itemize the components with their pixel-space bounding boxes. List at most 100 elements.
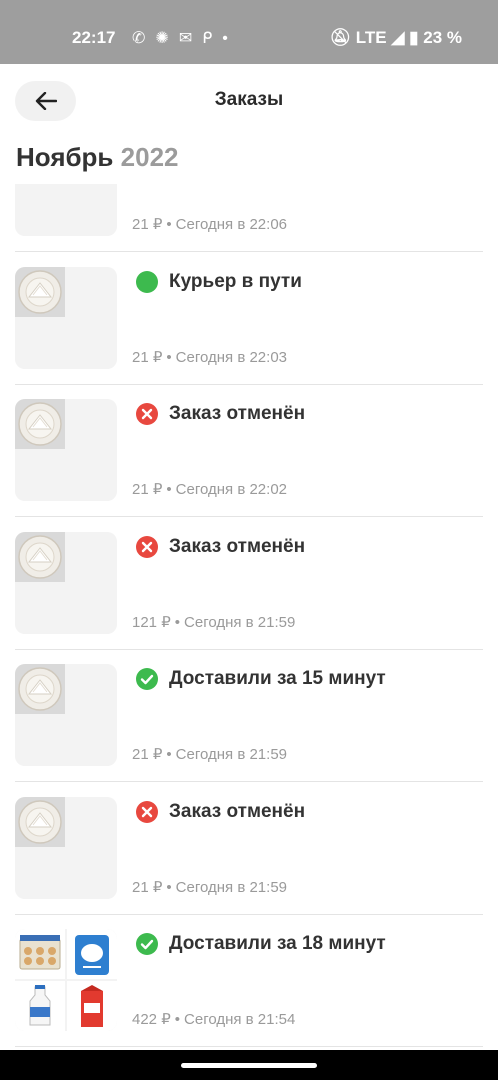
battery-icon: ▮ xyxy=(409,28,419,47)
month-year: 2022 xyxy=(120,142,179,172)
signal-icon: ◢ xyxy=(391,28,405,47)
thumb-cell xyxy=(15,664,65,714)
status-bar: 22:17 ✆✺✉ᑭ• 🔕︎ LTE ◢ ▮ 23 % xyxy=(0,0,498,64)
cream-product-image xyxy=(67,929,117,979)
canceled-icon xyxy=(136,403,158,425)
separator-dot: • xyxy=(174,613,181,631)
delivered-check-icon xyxy=(136,933,158,955)
order-status: Доставили за 18 минут xyxy=(135,932,386,956)
order-time: Сегодня в 22:02 xyxy=(175,481,287,498)
order-time: Сегодня в 21:59 xyxy=(175,746,287,763)
plate-product-image xyxy=(15,531,65,582)
milk-carton-image xyxy=(67,981,117,1031)
thumb-cell xyxy=(15,451,65,501)
order-status-text: Доставили за 18 минут xyxy=(169,933,386,954)
thumb-cell xyxy=(67,318,117,369)
thumb-cell xyxy=(67,186,117,236)
thumb-cell xyxy=(67,451,117,501)
battery-percent: 23 % xyxy=(423,28,462,47)
whatsapp-icon: ✆ xyxy=(132,30,156,47)
thumb-cell xyxy=(67,848,117,899)
canceled-icon xyxy=(136,535,158,558)
courier-dot-icon xyxy=(136,270,158,293)
order-meta: 422 ₽ • Сегодня в 21:54 xyxy=(132,1010,295,1028)
order-item[interactable]: Заказ отменён 21 ₽ • Сегодня в 21:59 xyxy=(0,783,498,915)
thumb-cell xyxy=(15,848,65,899)
order-status-text: Заказ отменён xyxy=(169,800,306,822)
orders-list[interactable]: 21 ₽ • Сегодня в 22:06 Курьер в пути 21 ₽ •… xyxy=(0,184,498,1050)
order-price: 21 ₽ xyxy=(132,216,163,233)
delivered-check-icon xyxy=(136,668,158,690)
separator-dot: • xyxy=(166,878,172,896)
order-status: Заказ отменён xyxy=(135,800,305,824)
thumb-cell xyxy=(15,796,65,847)
order-time: Сегодня в 21:54 xyxy=(184,1011,296,1028)
order-item[interactable]: Заказ отменён 21 ₽ • Сегодня в 22:02 xyxy=(0,385,498,517)
order-status-text: Заказ отменён xyxy=(169,403,306,424)
lte-label: LTE xyxy=(355,28,387,47)
month-heading: Ноябрь 2022 xyxy=(16,142,179,173)
plate-product-image xyxy=(15,266,65,317)
thumb-cell xyxy=(67,796,117,847)
thumb-cell xyxy=(67,266,117,317)
order-time: Сегодня в 22:06 xyxy=(175,216,287,233)
thumb-cell xyxy=(15,399,65,449)
separator-dot: • xyxy=(166,216,172,233)
status-time: 22:17 xyxy=(72,28,116,47)
order-thumbnail xyxy=(15,664,117,766)
plate-product-image xyxy=(15,796,65,847)
order-status: Курьер в пути xyxy=(135,270,302,294)
thumb-cell xyxy=(67,716,117,766)
thumb-cell xyxy=(15,186,65,236)
order-item[interactable]: Доставили за 18 минут 422 ₽ • Сегодня в 21… xyxy=(0,915,498,1047)
order-status-text: Доставили за 15 минут xyxy=(169,668,386,689)
thumb-cell xyxy=(67,981,117,1031)
milk-bottle-image xyxy=(15,981,65,1031)
order-time: Сегодня в 21:59 xyxy=(175,878,287,896)
thumb-cell xyxy=(67,929,117,979)
order-meta: 21 ₽ • Сегодня в 22:06 xyxy=(132,215,287,233)
order-status: Заказ отменён xyxy=(135,402,305,426)
thumb-cell xyxy=(15,716,65,766)
order-meta: 21 ₽ • Сегодня в 22:02 xyxy=(132,480,287,498)
notification-icons: ✆✺✉ᑭ• xyxy=(132,28,238,48)
thumb-cell xyxy=(15,583,65,634)
order-status: Доставили за 15 минут xyxy=(135,667,386,691)
order-meta: 21 ₽ • Сегодня в 21:59 xyxy=(132,878,287,896)
plate-product-image xyxy=(15,664,65,714)
separator-dot: • xyxy=(174,1011,181,1028)
order-item[interactable]: Курьер в пути 21 ₽ • Сегодня в 22:03 xyxy=(0,253,498,385)
order-status: Заказ отменён xyxy=(135,535,305,559)
page-title: Заказы xyxy=(214,89,284,110)
order-thumbnail xyxy=(15,531,117,634)
order-price: 21 ₽ xyxy=(132,481,163,498)
thumb-cell xyxy=(15,266,65,317)
separator-dot: • xyxy=(166,348,172,366)
mail-icon: ✉ xyxy=(178,30,203,47)
order-thumbnail xyxy=(15,184,117,236)
order-item[interactable]: Доставили за 15 минут 21 ₽ • Сегодня в 21:… xyxy=(0,650,498,782)
divider xyxy=(15,1046,483,1047)
order-time: Сегодня в 22:03 xyxy=(175,348,287,366)
status-right: 🔕︎ LTE ◢ ▮ 23 % xyxy=(329,28,462,48)
eggs-product-image xyxy=(15,929,65,979)
order-status-text: Курьер в пути xyxy=(169,270,302,292)
order-thumbnail xyxy=(15,796,117,899)
thumb-cell xyxy=(15,318,65,369)
thumb-cell xyxy=(67,664,117,714)
separator-dot: • xyxy=(166,746,172,763)
order-price: 21 ₽ xyxy=(132,746,163,763)
separator-dot: • xyxy=(166,481,172,498)
p-icon: ᑭ xyxy=(202,30,223,47)
plate-product-image xyxy=(15,399,65,449)
order-price: 21 ₽ xyxy=(132,878,163,896)
system-nav-bar xyxy=(0,1050,498,1080)
order-item[interactable]: 21 ₽ • Сегодня в 22:06 xyxy=(0,184,498,252)
order-item[interactable]: Заказ отменён 121 ₽ • Сегодня в 21:59 xyxy=(0,518,498,650)
order-meta: 21 ₽ • Сегодня в 21:59 xyxy=(132,745,287,763)
thumb-cell xyxy=(67,583,117,634)
order-thumbnail xyxy=(15,929,117,1031)
thumb-cell xyxy=(15,929,65,979)
order-time: Сегодня в 21:59 xyxy=(184,613,296,631)
home-handle[interactable] xyxy=(181,1063,317,1068)
